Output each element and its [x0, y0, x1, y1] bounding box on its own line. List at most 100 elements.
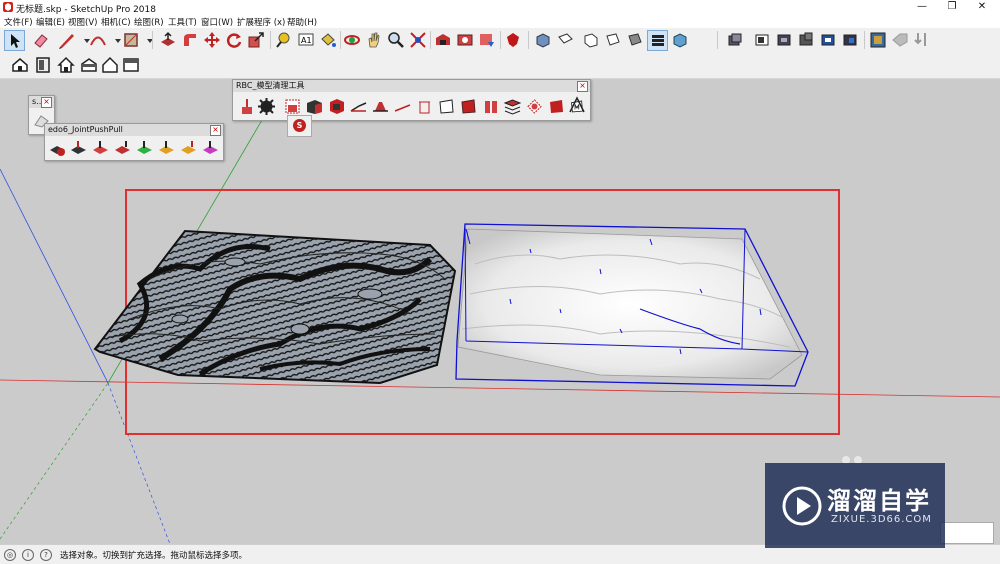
- menu-help[interactable]: 帮助(H): [287, 16, 317, 28]
- select-arrow-icon[interactable]: [4, 30, 25, 51]
- reverse-face-icon[interactable]: [459, 97, 478, 116]
- front-house-icon[interactable]: [79, 55, 99, 75]
- svg-text:A1: A1: [301, 36, 312, 45]
- iso-view-icon[interactable]: [533, 30, 553, 50]
- section-plane-icon[interactable]: [725, 30, 745, 50]
- x-ray-icon[interactable]: [647, 30, 668, 51]
- joint-push-pull-icon[interactable]: [48, 139, 67, 158]
- section-display-icon[interactable]: [752, 30, 772, 50]
- settings-push-pull-icon[interactable]: [201, 139, 220, 158]
- rbc-badge[interactable]: S: [293, 119, 306, 132]
- menu-camera[interactable]: 相机(C): [101, 16, 131, 28]
- solid-group-icon[interactable]: [305, 97, 324, 116]
- vector-push-pull-icon[interactable]: [69, 139, 88, 158]
- follow-push-pull-icon[interactable]: [135, 139, 154, 158]
- tag-icon[interactable]: [890, 30, 910, 50]
- section-cut-icon[interactable]: [774, 30, 794, 50]
- style-icon[interactable]: [868, 30, 888, 50]
- layers-icon[interactable]: [503, 97, 522, 116]
- edge-icon[interactable]: [349, 97, 368, 116]
- help-icon[interactable]: ?: [40, 549, 52, 561]
- warehouse-icon[interactable]: [433, 30, 453, 50]
- dimension-icon[interactable]: [912, 30, 932, 50]
- maximize-button[interactable]: ❐: [937, 0, 967, 14]
- rbc-subpanel[interactable]: S: [287, 115, 312, 137]
- section-extra-icon[interactable]: [818, 30, 838, 50]
- section-fill-icon[interactable]: [796, 30, 816, 50]
- iso-house-icon[interactable]: [10, 55, 30, 75]
- palette-close-button[interactable]: ×: [41, 97, 52, 108]
- zoom-extents-icon[interactable]: [408, 30, 428, 50]
- main-toolbar: A1: [0, 28, 1000, 52]
- eraser-icon[interactable]: [31, 30, 51, 50]
- toolbar-separator: [528, 31, 529, 49]
- ruby-icon[interactable]: [503, 30, 523, 50]
- chevron-down-icon[interactable]: [77, 30, 90, 50]
- close-window-button[interactable]: ✕: [967, 0, 997, 14]
- palette-close-button[interactable]: ×: [210, 125, 221, 136]
- palette-close-button[interactable]: ×: [577, 81, 588, 92]
- rbc-model-cleanup-palette[interactable]: RBC_模型清理工具 × M: [232, 79, 591, 121]
- paint-bucket-icon[interactable]: [318, 30, 338, 50]
- rectangle-icon[interactable]: [121, 30, 141, 50]
- trash-icon[interactable]: [415, 97, 434, 116]
- tape-measure-icon[interactable]: [274, 30, 294, 50]
- section-extra-icon[interactable]: [840, 30, 860, 50]
- front-view-icon[interactable]: [581, 30, 601, 50]
- menu-window[interactable]: 窗口(W): [201, 16, 233, 28]
- back-house-icon[interactable]: [100, 55, 120, 75]
- pan-icon[interactable]: [364, 30, 384, 50]
- layout-icon[interactable]: [477, 30, 497, 50]
- follow-me-icon[interactable]: [180, 30, 200, 50]
- menu-draw[interactable]: 绘图(R): [134, 16, 164, 28]
- menu-extensions[interactable]: 扩展程序 (x): [237, 16, 285, 28]
- pencil-line-icon[interactable]: [57, 30, 77, 50]
- orbit-icon[interactable]: [342, 30, 362, 50]
- brush-icon[interactable]: [236, 97, 255, 116]
- face-icon[interactable]: [437, 97, 456, 116]
- menu-tools[interactable]: 工具(T): [168, 16, 197, 28]
- door-icon[interactable]: [33, 55, 53, 75]
- red-face-icon[interactable]: [547, 97, 566, 116]
- undo-push-pull-icon[interactable]: [157, 139, 176, 158]
- purge-icon[interactable]: [283, 97, 302, 116]
- zoom-icon[interactable]: [386, 30, 406, 50]
- gear-icon[interactable]: [257, 97, 276, 116]
- rotate-icon[interactable]: [224, 30, 244, 50]
- side-house-icon[interactable]: [121, 55, 141, 75]
- extrude-push-pull-icon[interactable]: [113, 139, 132, 158]
- palette-title: RBC_模型清理工具: [233, 80, 590, 92]
- toolbar-separator: [500, 31, 501, 49]
- face-up-icon[interactable]: [371, 97, 390, 116]
- chevron-down-icon[interactable]: [140, 30, 153, 50]
- materials-icon[interactable]: [525, 97, 544, 116]
- scale-icon[interactable]: [246, 30, 266, 50]
- back-view-icon[interactable]: [625, 30, 645, 50]
- joint-push-pull-palette[interactable]: edo6_JointPushPull ×: [44, 123, 224, 161]
- minimize-button[interactable]: —: [907, 0, 937, 14]
- contour-terrain-model[interactable]: [93, 229, 457, 385]
- geo-icon[interactable]: ◎: [4, 549, 16, 561]
- chevron-down-icon[interactable]: [108, 30, 121, 50]
- mesh-terrain-model[interactable]: [455, 223, 809, 387]
- extension-warehouse-icon[interactable]: [455, 30, 475, 50]
- component-icon[interactable]: [327, 97, 346, 116]
- repeat-push-pull-icon[interactable]: [179, 139, 198, 158]
- measure-angle-icon[interactable]: [567, 95, 587, 115]
- move-icon[interactable]: [202, 30, 222, 50]
- credit-icon[interactable]: i: [22, 549, 34, 561]
- top-view-icon[interactable]: [555, 30, 575, 50]
- text-icon[interactable]: A1: [296, 30, 316, 50]
- right-view-icon[interactable]: [603, 30, 623, 50]
- line-icon[interactable]: [393, 97, 412, 116]
- house-icon[interactable]: [56, 55, 76, 75]
- menu-view[interactable]: 视图(V): [68, 16, 97, 28]
- measurements-box[interactable]: [940, 522, 994, 544]
- normal-push-pull-icon[interactable]: [91, 139, 110, 158]
- menu-edit[interactable]: 编辑(E): [36, 16, 65, 28]
- shaded-icon[interactable]: [670, 30, 690, 50]
- cylinder-icon[interactable]: [481, 97, 500, 116]
- arc-icon[interactable]: [88, 30, 108, 50]
- push-pull-icon[interactable]: [158, 30, 178, 50]
- menu-file[interactable]: 文件(F): [4, 16, 33, 28]
